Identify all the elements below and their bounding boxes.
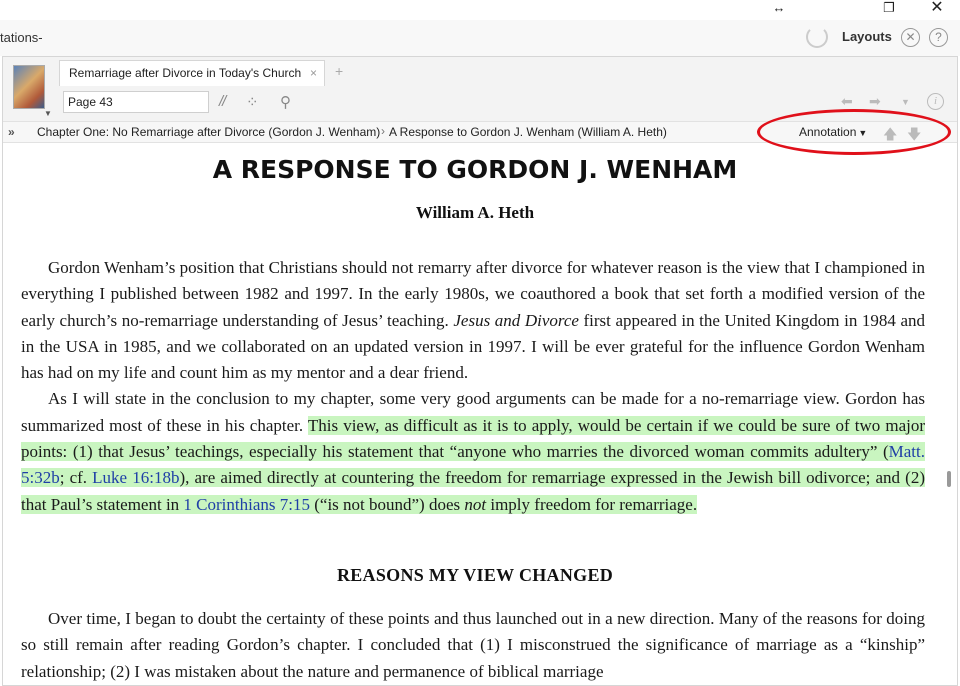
page-title: A RESPONSE TO GORDON J. WENHAM: [212, 155, 738, 184]
visual-filters-icon[interactable]: ⁘: [246, 93, 259, 111]
breadcrumb-chapter[interactable]: Chapter One: No Remarriage after Divorce…: [37, 125, 380, 139]
author-name: William A. Heth: [415, 203, 535, 222]
forward-arrow-icon[interactable]: ➡: [869, 93, 881, 110]
parallel-resources-icon[interactable]: //: [219, 93, 226, 110]
sync-icon[interactable]: [806, 26, 828, 48]
history-dropdown-icon[interactable]: ▼: [901, 97, 910, 107]
paragraph: Over time, I began to doubt the certaint…: [21, 609, 925, 681]
breadcrumb-separator: ›: [381, 124, 385, 138]
book-cover-thumbnail[interactable]: [13, 65, 45, 109]
layouts-button[interactable]: Layouts: [842, 29, 892, 44]
app-title: tations-: [0, 30, 43, 45]
page-reference-input[interactable]: [63, 91, 209, 113]
document-view[interactable]: A RESPONSE TO GORDON J. WENHAM William A…: [3, 145, 957, 686]
chevron-down-icon[interactable]: ▼: [44, 109, 52, 118]
reader-panel: ▼ Remarriage after Divorce in Today's Ch…: [2, 56, 958, 686]
section-heading: REASONS MY VIEW CHANGED: [336, 565, 614, 585]
restore-window-button[interactable]: ❐: [874, 0, 904, 18]
info-icon[interactable]: i: [927, 93, 944, 110]
tab-remarriage-book[interactable]: Remarriage after Divorce in Today's Chur…: [59, 60, 325, 86]
paragraph-block: Over time, I began to doubt the certaint…: [21, 606, 925, 685]
back-arrow-icon[interactable]: ⬅: [841, 93, 853, 110]
add-tab-icon[interactable]: +: [335, 63, 343, 79]
close-window-button[interactable]: ✕: [922, 0, 952, 18]
annotation-dropdown[interactable]: Annotation ▼: [799, 125, 867, 139]
search-icon[interactable]: ⚲: [280, 93, 291, 111]
tab-label: Remarriage after Divorce in Today's Chur…: [69, 66, 302, 80]
paragraph: As I will state in the conclusion to my …: [21, 389, 925, 514]
resize-icon[interactable]: ↔: [764, 0, 794, 18]
paragraph: Gordon Wenham’s position that Christians…: [21, 258, 925, 383]
app-header: tations- Layouts ✕ ?: [0, 20, 960, 56]
paragraph-block: Gordon Wenham’s position that Christians…: [21, 255, 925, 518]
book-title: Jesus and Divorce: [453, 310, 579, 330]
panel-header: ▼ Remarriage after Divorce in Today's Ch…: [3, 57, 957, 121]
title-bar: ↔ ❐ ✕: [0, 0, 960, 20]
help-icon[interactable]: ?: [929, 28, 948, 47]
scrollbar-thumb[interactable]: [947, 471, 951, 487]
tab-close-icon[interactable]: ×: [310, 66, 317, 80]
annotation-label: Annotation: [799, 125, 857, 139]
breadcrumb-more-icon[interactable]: »: [8, 125, 15, 139]
caret-down-icon: ▼: [858, 128, 868, 138]
scripture-link[interactable]: 1 Corinthians 7:15: [183, 495, 310, 514]
close-panel-icon[interactable]: ✕: [901, 28, 920, 47]
breadcrumb: » Chapter One: No Remarriage after Divor…: [3, 121, 957, 143]
scripture-link[interactable]: Luke 16:18b: [92, 468, 179, 487]
breadcrumb-section[interactable]: A Response to Gordon J. Wenham (William …: [389, 125, 667, 139]
